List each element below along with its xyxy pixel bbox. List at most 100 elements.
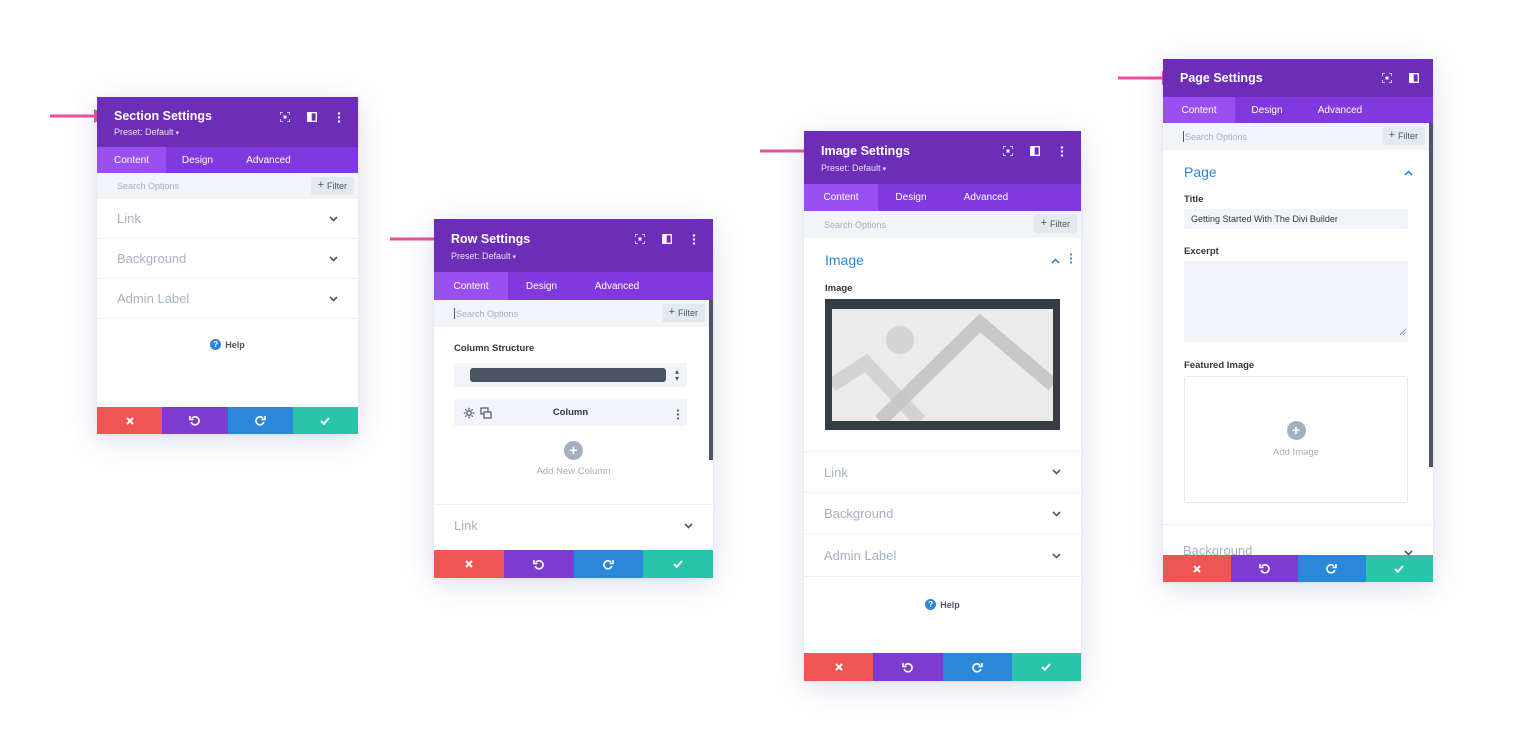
search-input[interactable]: Search Options: [456, 309, 518, 319]
redo-icon: [971, 662, 983, 673]
expand-icon[interactable]: [1001, 144, 1015, 158]
more-icon[interactable]: [1069, 251, 1073, 269]
question-icon: ?: [925, 599, 937, 610]
page-settings-panel: Page Settings Content Design Advanced Se…: [1163, 59, 1433, 582]
column-structure-select[interactable]: ▴ ▾: [454, 363, 687, 387]
redo-button[interactable]: [1298, 555, 1366, 582]
tab-advanced[interactable]: Advanced: [229, 147, 308, 173]
cancel-button[interactable]: [1163, 555, 1231, 582]
cancel-button[interactable]: [434, 550, 504, 578]
tab-advanced[interactable]: Advanced: [944, 184, 1028, 211]
sidebar-icon[interactable]: [305, 110, 319, 124]
section-title: Image: [825, 252, 864, 268]
header-icons: [278, 110, 346, 124]
panel-header: Section Settings Preset: Default ▾: [97, 97, 358, 147]
undo-button[interactable]: [1230, 555, 1298, 582]
caret-down-icon: ▾: [175, 130, 180, 137]
help-link[interactable]: ? Help: [97, 339, 358, 350]
chevron-down-icon: [328, 294, 338, 304]
close-icon: [1193, 564, 1201, 573]
cancel-button[interactable]: [97, 407, 163, 434]
tab-advanced[interactable]: Advanced: [575, 272, 659, 300]
featured-image-upload[interactable]: + Add Image: [1184, 376, 1408, 503]
toggle-background[interactable]: Background: [804, 493, 1081, 535]
toggle-background[interactable]: Background: [97, 239, 358, 279]
tab-advanced[interactable]: Advanced: [1299, 97, 1381, 123]
save-button[interactable]: [643, 550, 713, 578]
search-input[interactable]: Search Options: [117, 181, 179, 191]
image-placeholder-icon: [832, 309, 1053, 421]
more-icon[interactable]: [687, 232, 701, 246]
filter-button[interactable]: + Filter: [661, 304, 705, 322]
add-column-button[interactable]: + Add New Column: [434, 441, 713, 477]
chevron-down-icon: [1051, 509, 1061, 519]
sidebar-icon[interactable]: [1407, 71, 1421, 85]
resize-handle-icon[interactable]: [1399, 322, 1407, 340]
filter-button[interactable]: + Filter: [310, 177, 354, 195]
section-header-page[interactable]: Page: [1184, 163, 1413, 181]
preset-dropdown[interactable]: Preset: Default ▾: [114, 127, 179, 137]
cancel-button[interactable]: [804, 653, 874, 681]
section-header-image[interactable]: Image: [825, 251, 1073, 269]
undo-button[interactable]: [873, 653, 943, 681]
excerpt-textarea[interactable]: [1184, 261, 1408, 342]
title-input[interactable]: Getting Started With The Divi Builder: [1184, 209, 1408, 229]
undo-button[interactable]: [162, 407, 228, 434]
expand-icon[interactable]: [633, 232, 647, 246]
undo-button[interactable]: [503, 550, 574, 578]
field-label: Excerpt: [1184, 246, 1219, 257]
toggle-admin-label[interactable]: Admin Label: [804, 535, 1081, 577]
close-icon: [125, 416, 134, 425]
more-icon[interactable]: [676, 407, 680, 425]
preset-dropdown[interactable]: Preset: Default ▾: [451, 251, 516, 261]
plus-icon: +: [1040, 217, 1047, 229]
expand-icon[interactable]: [278, 110, 292, 124]
chevron-up-icon[interactable]: [1404, 163, 1413, 181]
tab-content[interactable]: Content: [804, 184, 878, 211]
save-button[interactable]: [1011, 653, 1081, 681]
save-button[interactable]: [292, 407, 358, 434]
more-icon[interactable]: [1055, 144, 1069, 158]
undo-icon: [189, 416, 201, 426]
chevron-up-icon[interactable]: [1051, 251, 1060, 269]
preset-label: Preset: Default: [451, 251, 511, 261]
section-title: Page: [1184, 164, 1217, 180]
search-input[interactable]: Search Options: [824, 220, 886, 230]
help-link[interactable]: ? Help: [804, 599, 1081, 610]
toggle-link[interactable]: Link: [804, 451, 1081, 493]
filter-button[interactable]: + Filter: [1033, 215, 1077, 233]
tab-content[interactable]: Content: [97, 147, 166, 173]
sidebar-icon[interactable]: [1028, 144, 1042, 158]
scrollbar[interactable]: [709, 300, 713, 460]
structure-preview: [470, 368, 666, 382]
panel-title: Page Settings: [1180, 71, 1263, 85]
tab-design[interactable]: Design: [878, 184, 944, 211]
save-button[interactable]: [1365, 555, 1433, 582]
redo-button[interactable]: [227, 407, 293, 434]
more-icon[interactable]: [332, 110, 346, 124]
toggle-link[interactable]: Link: [434, 504, 713, 546]
filter-button[interactable]: + Filter: [1381, 127, 1425, 145]
toggle-label: Link: [117, 211, 141, 226]
toggle-admin-label[interactable]: Admin Label: [97, 279, 358, 319]
toggle-link[interactable]: Link: [97, 199, 358, 239]
expand-icon[interactable]: [1380, 71, 1394, 85]
header-icons: [1001, 144, 1069, 158]
scrollbar[interactable]: [1429, 123, 1433, 467]
tab-design[interactable]: Design: [508, 272, 575, 300]
sidebar-icon[interactable]: [660, 232, 674, 246]
action-bar: [97, 407, 358, 434]
tab-content[interactable]: Content: [434, 272, 508, 300]
tab-content[interactable]: Content: [1163, 97, 1235, 123]
tab-design[interactable]: Design: [166, 147, 229, 173]
search-input[interactable]: Search Options: [1185, 132, 1247, 142]
panel-header: Row Settings Preset: Default ▾: [434, 219, 713, 272]
redo-button[interactable]: [573, 550, 644, 578]
preset-dropdown[interactable]: Preset: Default ▾: [821, 163, 886, 173]
toggle-label: Background: [117, 251, 187, 266]
column-item[interactable]: Column: [454, 399, 687, 426]
tab-design[interactable]: Design: [1235, 97, 1299, 123]
redo-button[interactable]: [942, 653, 1012, 681]
image-upload-preview[interactable]: [825, 299, 1060, 430]
undo-icon: [902, 662, 914, 673]
